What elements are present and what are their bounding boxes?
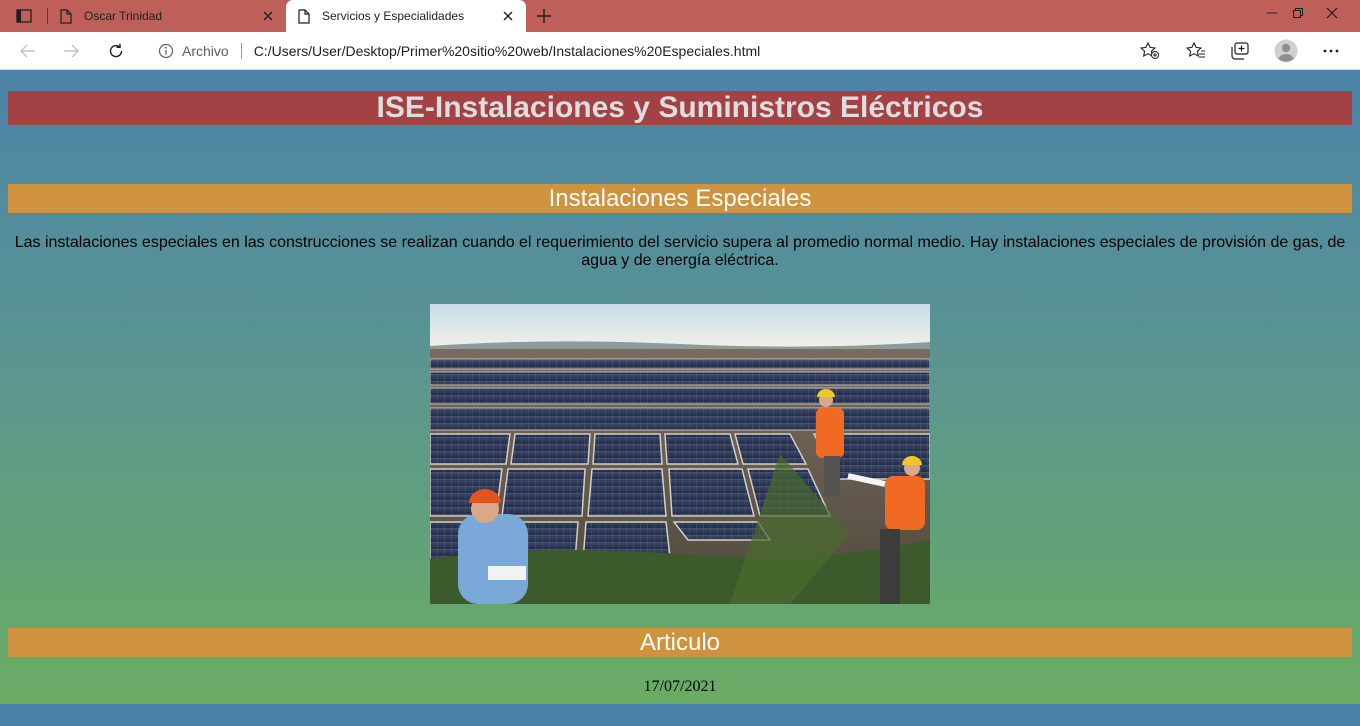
star-add-icon[interactable] <box>1140 42 1160 60</box>
window-close-icon[interactable] <box>1318 0 1346 26</box>
browser-toolbar: Archivo C:/Users/User/Desktop/Primer%20s… <box>0 32 1360 70</box>
info-icon[interactable] <box>158 43 174 59</box>
refresh-icon[interactable] <box>103 39 129 63</box>
site-title: ISE-Instalaciones y Suministros Eléctric… <box>8 91 1352 125</box>
close-icon[interactable] <box>498 6 518 26</box>
close-icon[interactable] <box>258 6 278 26</box>
restore-icon[interactable] <box>1284 0 1312 26</box>
solar-panels-photo <box>430 304 930 604</box>
tab-actions-icon[interactable] <box>8 4 40 28</box>
article-date: 17/07/2021 <box>643 678 717 695</box>
plus-icon[interactable] <box>534 6 554 26</box>
more-icon[interactable] <box>1318 39 1344 63</box>
tab-label: Oscar Trinidad <box>84 9 163 23</box>
collections-icon[interactable] <box>1227 39 1253 63</box>
profile-icon[interactable] <box>1273 39 1299 63</box>
intro-paragraph: Las instalaciones especiales en las cons… <box>14 234 1346 269</box>
page-bottom-strip <box>0 704 1360 726</box>
minimize-icon[interactable] <box>1258 0 1286 26</box>
favorites-icon[interactable] <box>1183 39 1209 63</box>
tab-oscar-trinidad[interactable]: Oscar Trinidad <box>48 0 286 32</box>
forward-arrow-icon[interactable] <box>58 39 84 63</box>
address-url[interactable]: C:/Users/User/Desktop/Primer%20sitio%20w… <box>254 43 761 59</box>
section-heading-articulo: Articulo <box>8 628 1352 657</box>
page-content: ISE-Instalaciones y Suministros Eléctric… <box>0 71 1360 704</box>
address-bar[interactable]: Archivo C:/Users/User/Desktop/Primer%20s… <box>146 36 1168 66</box>
address-scheme-label: Archivo <box>182 43 229 59</box>
page-icon <box>58 8 74 24</box>
back-arrow-icon[interactable] <box>15 39 41 63</box>
tab-strip: Oscar Trinidad Servicios y Especialidade… <box>0 0 1360 32</box>
page-icon <box>296 8 312 24</box>
tab-servicios-especialidades[interactable]: Servicios y Especialidades <box>286 0 526 32</box>
address-divider <box>240 43 242 59</box>
section-heading-instalaciones: Instalaciones Especiales <box>8 184 1352 213</box>
tab-label: Servicios y Especialidades <box>322 9 465 23</box>
